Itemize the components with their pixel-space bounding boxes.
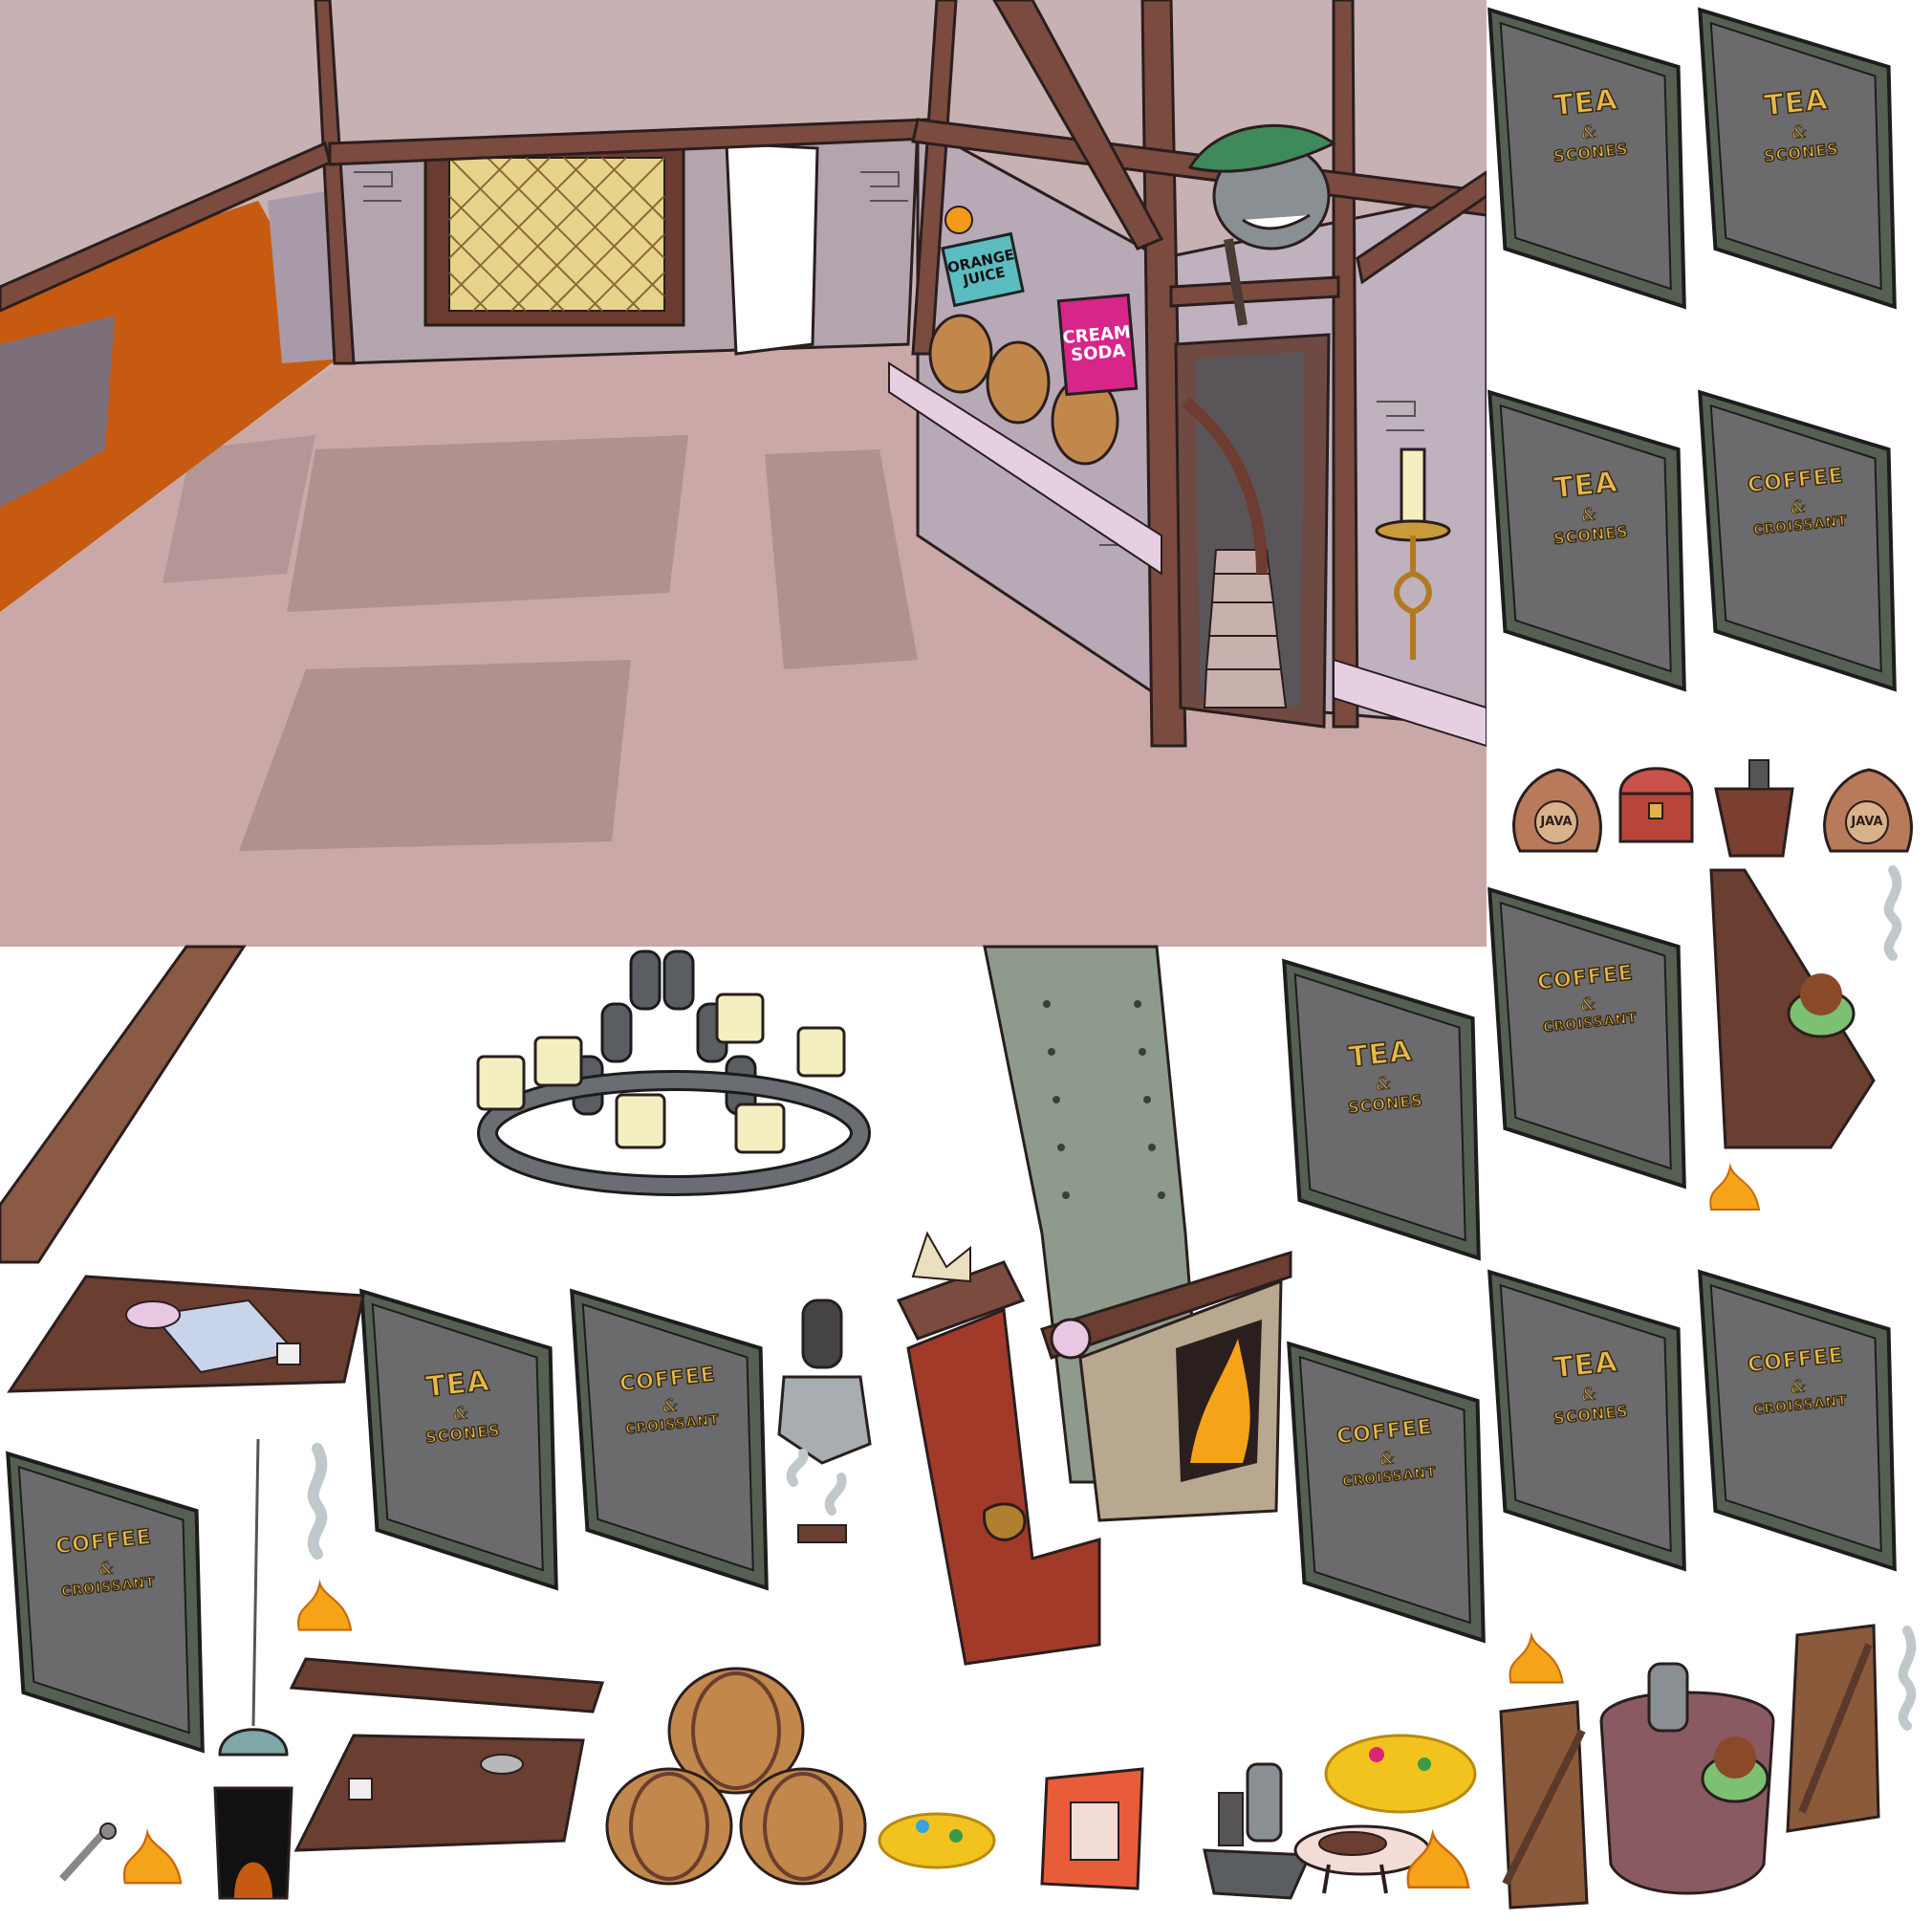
treasure-chest-icon [1616,765,1697,851]
gold-pile-icon [1319,1712,1477,1817]
menu-board: TEA & SCONES [1690,0,1913,325]
menu-board: COFFEE & CROISSANT [1279,1324,1502,1658]
menu-board: TEA & SCONES [1480,373,1703,707]
coffee-table [293,1734,585,1869]
door-icon [1778,1624,1883,1836]
menu-board: TEA & SCONES [1480,1253,1703,1586]
java-sack-icon: JAVA [1501,755,1606,861]
fire-icon [1400,1822,1477,1893]
map-table [7,1275,365,1430]
coffee-counter-round [1592,1645,1783,1912]
wooden-beam-piece [0,945,249,1264]
fire-icon [1706,1157,1764,1214]
menu-board: COFFEE & CROISSANT [1480,870,1703,1204]
coffee-grinder-icon [774,1272,879,1549]
bench [289,1657,607,1726]
menu-board: TEA & SCONES [1480,0,1703,325]
podium-icon [1706,755,1802,861]
steam-icon [1874,865,1912,961]
lamp-base [210,1786,293,1903]
menu-board: COFFEE & CROISSANT [0,1434,222,1768]
menu-board: COFFEE & CROISSANT [1690,1253,1913,1586]
coffee-counter [1706,868,1876,1149]
door-icon [1491,1700,1592,1912]
fire-icon [292,1573,358,1635]
menu-board: COFFEE & CROISSANT [562,1272,785,1605]
gold-pile-icon [875,1798,999,1869]
java-sack-icon: JAVA [1812,755,1917,861]
cream-soda-sign: CREAM SODA [1056,293,1139,397]
barrel-icon [602,1659,870,1888]
menu-board: TEA & SCONES [1274,942,1497,1276]
menu-board: COFFEE & CROISSANT [1690,373,1913,707]
room-art [0,0,1488,947]
steam-icon [296,1443,339,1560]
ship-cabinet [879,1224,1109,1666]
steam-icon [1888,1626,1926,1731]
menu-board: TEA & SCONES [352,1272,575,1605]
fire-icon [1501,1626,1573,1688]
room-background: ORANGE JUICE CREAM SODA [0,0,1488,947]
chandelier-icon [459,950,889,1210]
poster-icon [1037,1767,1152,1893]
wall-lamp [53,1822,119,1888]
hanging-lamp [206,1438,301,1764]
fire-icon [119,1822,186,1888]
